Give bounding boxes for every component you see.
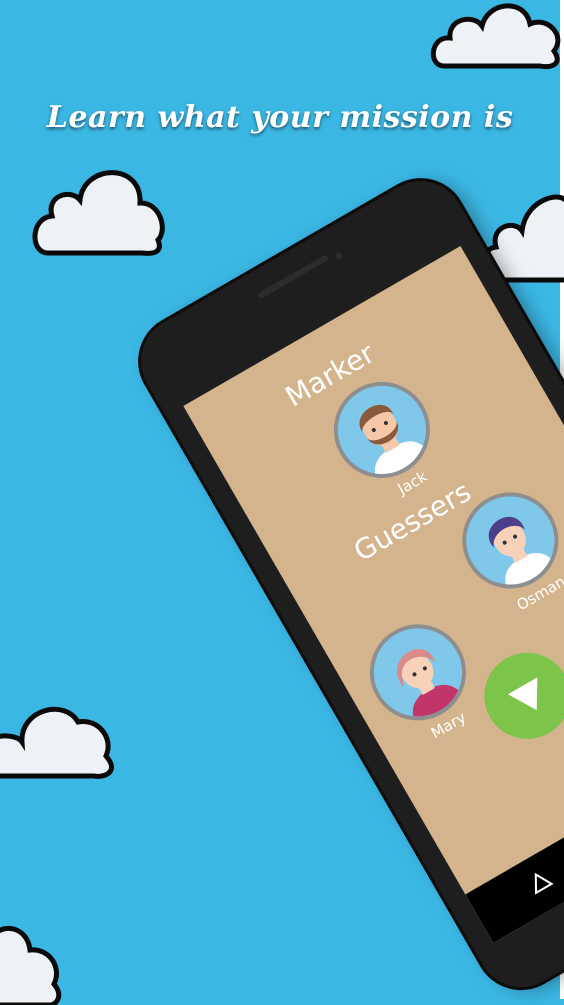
down-triangle-icon: [507, 677, 552, 719]
next-button[interactable]: [468, 637, 564, 755]
phone-body: Marker Jack Guessers Osman Mary: [125, 165, 564, 1004]
phone-mockup: Marker Jack Guessers Osman Mary: [125, 165, 564, 1004]
game-screen: Marker Jack Guessers Osman Mary: [183, 246, 564, 943]
android-nav-bar: [465, 734, 564, 943]
cloud-left-lower: [0, 680, 119, 780]
cloud-bottom-left: [0, 920, 64, 1005]
cloud-left-upper: [32, 158, 167, 258]
phone-camera: [333, 251, 344, 261]
headline: Learn what your mission is: [46, 100, 514, 135]
cloud-top-right: [430, 0, 564, 71]
back-triangle-icon[interactable]: [525, 867, 554, 895]
phone-speaker: [257, 254, 330, 300]
